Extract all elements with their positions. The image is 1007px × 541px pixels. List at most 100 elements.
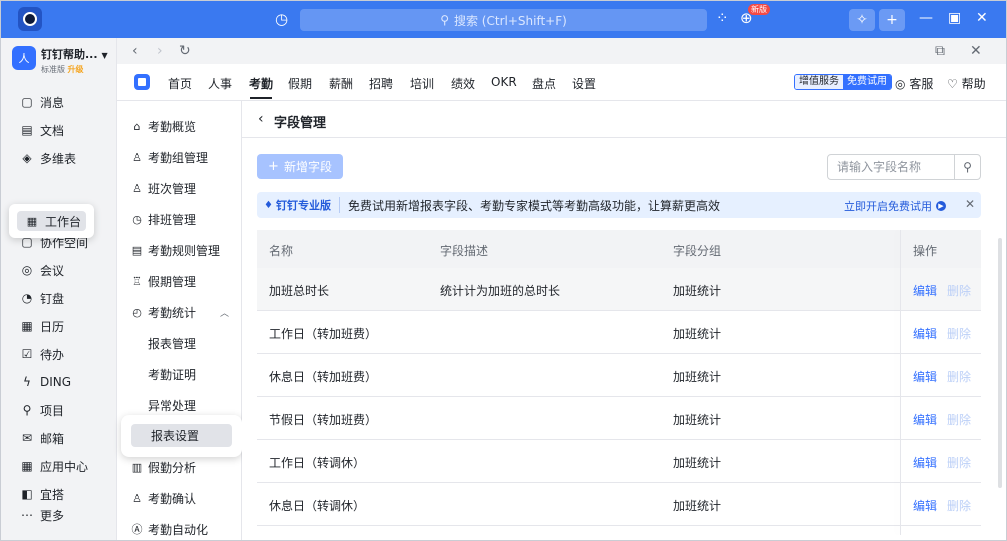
subnav-item-0[interactable]: ⌂ 考勤概览: [131, 117, 197, 135]
cell-desc: 统计计为加班的总时长: [440, 284, 561, 298]
back-icon[interactable]: ‹: [132, 43, 138, 59]
value-added-service-button[interactable]: 增值服务 免费试用: [794, 74, 892, 90]
subnav-item-7[interactable]: 报表管理: [148, 334, 196, 352]
nav-item-label: 邮箱: [40, 431, 65, 446]
nav-item-meeting[interactable]: ◎ 会议: [20, 260, 64, 280]
subnav-item-13[interactable]: Ⓐ 考勤自动化: [131, 520, 209, 538]
subnav-item-12[interactable]: ♙ 考勤确认: [131, 489, 196, 507]
search-icon[interactable]: ⚲: [954, 155, 980, 179]
refresh-icon[interactable]: ↻: [179, 43, 191, 59]
customer-service-link[interactable]: ◎ 客服: [895, 75, 933, 92]
tab-7[interactable]: 绩效: [451, 75, 475, 92]
edit-link[interactable]: 编辑: [913, 497, 937, 514]
tab-1[interactable]: 人事: [208, 75, 232, 92]
edit-link[interactable]: 编辑: [913, 282, 937, 299]
subnav-item-9[interactable]: 异常处理: [148, 396, 196, 414]
nav-item-project[interactable]: ⚲ 项目: [20, 400, 64, 420]
nav-item-workbench[interactable]: ▦ 工作台: [17, 211, 86, 231]
field-search-input[interactable]: [828, 155, 954, 179]
subnav-item-6[interactable]: ◴ 考勤统计: [131, 303, 196, 321]
col-group-header: 字段分组: [673, 244, 722, 258]
tab-2[interactable]: 考勤: [249, 75, 273, 92]
subnav-item-5[interactable]: ♖ 假期管理: [131, 272, 196, 290]
nav-item-ding[interactable]: ϟ DING: [20, 372, 71, 392]
edit-link[interactable]: 编辑: [913, 454, 937, 471]
tab-9[interactable]: 盘点: [532, 75, 556, 92]
tab-4[interactable]: 薪酬: [329, 75, 353, 92]
nav-item-calendar[interactable]: ▦ 日历: [20, 316, 64, 336]
subnav-item-4[interactable]: ▤ 考勤规则管理: [131, 241, 220, 259]
subnav-item-3[interactable]: ◷ 排班管理: [131, 210, 196, 228]
nav-item-message[interactable]: ▢ 消息: [20, 92, 64, 112]
subnav-item-11[interactable]: ▥ 假勤分析: [131, 458, 196, 476]
subnav-item-2[interactable]: ♙ 班次管理: [131, 179, 196, 197]
close-icon[interactable]: ✕: [965, 197, 975, 211]
tab-10[interactable]: 设置: [572, 75, 596, 92]
active-tab-underline: [250, 97, 272, 99]
cell-group: 加班统计: [673, 284, 722, 298]
restore-icon[interactable]: ▣: [948, 10, 961, 26]
subnav-item-label: 考勤自动化: [148, 522, 209, 537]
delete-link[interactable]: 删除: [947, 454, 971, 471]
org-switcher[interactable]: 人 钉钉帮助... ▼ 标准版 升级: [12, 46, 108, 75]
global-search-input[interactable]: ⚲ 搜索 (Ctrl+Shift+F): [300, 9, 707, 31]
nav-item-label: 应用中心: [40, 459, 89, 474]
workbench-highlight: ▦ 工作台: [9, 204, 94, 238]
edit-link[interactable]: 编辑: [913, 368, 937, 385]
apps-grid-icon[interactable]: ⁘: [716, 10, 729, 26]
nav-item-more[interactable]: ⋯ 更多: [20, 505, 64, 525]
org-upgrade-link[interactable]: 升级: [68, 65, 84, 74]
attendance-subnav: ⌂ 考勤概览 ♙ 考勤组管理 ♙ 班次管理 ◷ 排班管理 ▤ 考勤规则管理 ♖ 假期管理 ◴ 考勤统计报表…: [117, 101, 242, 541]
vertical-scrollbar[interactable]: [998, 238, 1002, 488]
vas-label: 增值服务: [795, 75, 843, 89]
forward-icon[interactable]: ›: [157, 43, 163, 59]
minimize-icon[interactable]: —: [919, 10, 933, 26]
nav-item-label: 日历: [40, 319, 65, 334]
edit-link[interactable]: 编辑: [913, 325, 937, 342]
table-row: 休息日（转调休） 加班统计 编辑 删除: [257, 483, 981, 526]
tab-6[interactable]: 培训: [410, 75, 434, 92]
sparkle-button[interactable]: ✧: [849, 9, 875, 31]
add-field-button[interactable]: + 新增字段: [257, 154, 343, 179]
left-navigation: 人 钉钉帮助...▼ 标准版 升级 ▢消息▤文档◈多维表▣通讯录▢协作空间◎会议…: [0, 38, 117, 541]
tab-8[interactable]: OKR: [491, 75, 517, 89]
start-free-trial-link[interactable]: 立即开启免费试用 ▶: [844, 198, 946, 214]
tab-3[interactable]: 假期: [288, 75, 312, 92]
close-page-icon[interactable]: ✕: [970, 43, 982, 59]
page-title: 字段管理: [274, 116, 327, 131]
cell-name: 休息日（转加班费）: [269, 370, 378, 384]
tab-0[interactable]: 首页: [168, 75, 192, 92]
delete-link[interactable]: 删除: [947, 497, 971, 514]
delete-link[interactable]: 删除: [947, 411, 971, 428]
nav-item-multidim-table[interactable]: ◈ 多维表: [20, 148, 76, 168]
delete-link[interactable]: 删除: [947, 325, 971, 342]
analysis-icon: ▥: [131, 460, 143, 474]
delete-link[interactable]: 删除: [947, 282, 971, 299]
chevron-up-icon[interactable]: ︿: [220, 306, 229, 319]
history-icon[interactable]: ◷: [275, 11, 288, 27]
help-link[interactable]: ♡ 帮助: [947, 75, 986, 92]
delete-link[interactable]: 删除: [947, 368, 971, 385]
dingtalk-logo-icon[interactable]: [18, 7, 42, 31]
nav-item-document[interactable]: ▤ 文档: [20, 120, 64, 140]
hr-app-logo-icon: [134, 74, 150, 90]
tab-5[interactable]: 招聘: [369, 75, 393, 92]
nav-item-app-center[interactable]: ▦ 应用中心: [20, 456, 88, 476]
subnav-item-1[interactable]: ♙ 考勤组管理: [131, 148, 208, 166]
close-window-icon[interactable]: ✕: [976, 10, 988, 26]
nav-item-todo[interactable]: ☑ 待办: [20, 344, 64, 364]
subnav-item-8[interactable]: 考勤证明: [148, 365, 196, 383]
nav-item-drive[interactable]: ◔ 钉盘: [20, 288, 64, 308]
nav-item-label: 消息: [40, 95, 65, 110]
create-button[interactable]: +: [879, 9, 905, 31]
subnav-item-report-settings[interactable]: 报表设置: [131, 424, 232, 447]
nav-item-label: 钉盘: [40, 291, 65, 306]
title-bar: ◷ ⚲ 搜索 (Ctrl+Shift+F) ⁘ ⊕ 新版 ✧ + — ▣ ✕: [0, 0, 1007, 38]
nav-item-mail[interactable]: ✉ 邮箱: [20, 428, 64, 448]
open-external-icon[interactable]: ⧉: [935, 43, 945, 59]
back-arrow-icon[interactable]: ‹: [258, 111, 264, 127]
edit-link[interactable]: 编辑: [913, 411, 937, 428]
plus-icon: +: [268, 159, 279, 174]
subnav-item-label: 考勤统计: [148, 305, 197, 320]
nav-item-yida[interactable]: ◧ 宜搭: [20, 484, 64, 504]
